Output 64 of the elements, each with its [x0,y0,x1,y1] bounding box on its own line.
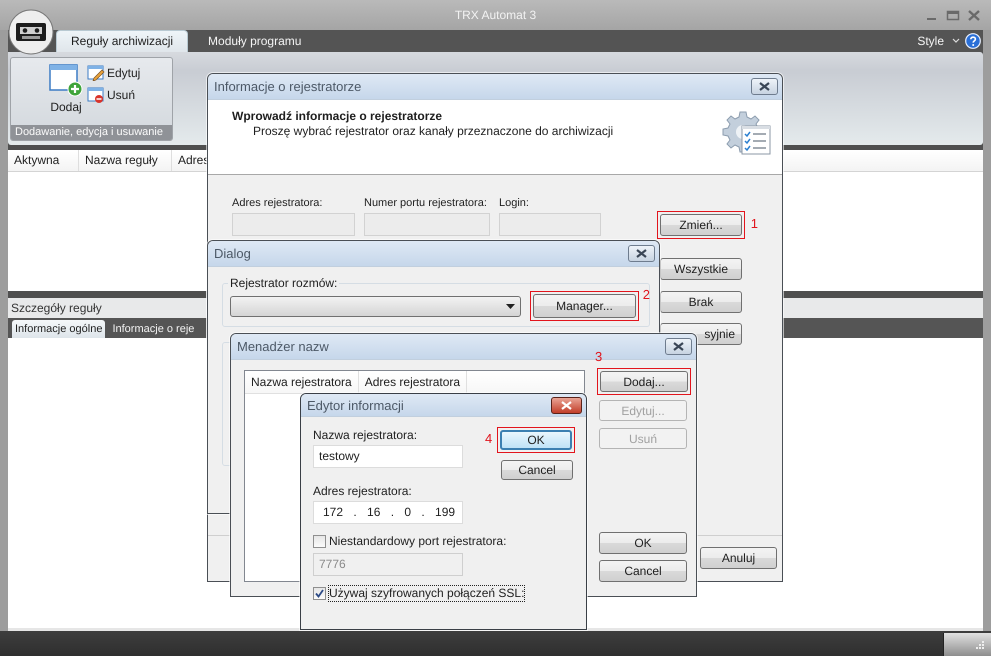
input-field[interactable] [499,213,601,236]
dropdown[interactable] [230,296,521,316]
step-number: 4 [485,432,492,446]
group-label: Dodawanie, edycja i usuwanie [11,125,172,140]
tab[interactable]: Informacje ogólne [12,320,106,338]
field-label: Adres rejestratora: [232,197,324,209]
dialog-heading: Wprowadź informacje o rejestratorze [232,109,444,123]
dialog-button[interactable]: Anuluj [700,547,777,569]
dialog-button[interactable]: Zmień... [660,214,742,236]
checkbox-label: Używaj szyfrowanych połączeń SSL: [329,586,524,601]
window-remove-icon [87,86,105,102]
dialog-button[interactable]: Brak [660,291,742,313]
window-title: Menadżer nazw [237,339,329,354]
close-button[interactable] [551,396,582,414]
field-label: Login: [499,197,530,209]
window-title: TRX Automat 3 [454,8,536,22]
field-label: Nazwa rejestratora: [313,427,418,443]
field-label: Numer portu rejestratora: [364,197,488,209]
input-field[interactable]: testowy [313,445,463,468]
step-number: 1 [750,217,758,231]
style-menu[interactable]: Style [917,34,944,48]
close-button[interactable] [665,338,692,355]
close-icon [636,249,647,258]
ip-address-field[interactable]: 172 . 16 . 0 . 199 [313,501,463,524]
dialog-button[interactable]: Cancel [599,560,687,582]
resize-grip[interactable] [943,633,991,656]
ribbon-tab[interactable]: Reguły archiwizacji [56,30,188,52]
check-icon [315,589,324,598]
window-title: Dialog [214,246,251,261]
add-button[interactable]: Dodaj [45,61,87,125]
help-icon[interactable] [965,33,981,49]
checkbox-label: Niestandardowy port rejestratora: [329,534,506,549]
checkbox[interactable] [313,587,326,600]
window-add-icon [49,63,83,97]
column-header[interactable]: Nazwa reguły [79,150,172,171]
close-icon [561,400,572,410]
checkbox[interactable] [313,535,326,548]
window-title: Edytor informacji [307,398,404,412]
window-title: Informacje o rejestratorze [214,79,362,94]
window-pencil-icon [87,64,105,80]
close-icon [759,82,770,91]
ribbon-button[interactable]: Edytuj [87,63,140,82]
dialog-button[interactable]: Cancel [501,460,573,480]
dialog-button[interactable]: OK [500,430,572,450]
dialog-button[interactable]: OK [599,532,687,554]
caret-icon[interactable] [952,38,960,44]
field-label: Adres rejestratora: [313,483,413,499]
column-header[interactable]: Aktywna [8,150,79,171]
input-field[interactable] [232,213,355,236]
step-number: 3 [595,350,602,364]
group-label: Rejestrator rozmów: [229,276,338,290]
input-field[interactable] [364,213,490,236]
dialog-button[interactable]: Wszystkie [660,258,742,280]
ribbon-button[interactable]: Usuń [87,85,140,104]
ribbon-tab[interactable]: Moduły programu [194,31,316,52]
caret-icon [506,304,515,308]
dialog-description: Proszę wybrać rejestrator oraz kanały przeznaczone do archiwizacji [252,124,614,138]
tab[interactable]: Informacje o reje [109,320,198,338]
close-button[interactable] [628,245,655,262]
close-button[interactable] [751,78,778,95]
close-icon [673,342,684,351]
maximize-icon[interactable] [944,8,962,22]
manager-button[interactable]: Manager... [533,294,636,318]
dialog-button[interactable]: Dodaj... [600,371,688,392]
